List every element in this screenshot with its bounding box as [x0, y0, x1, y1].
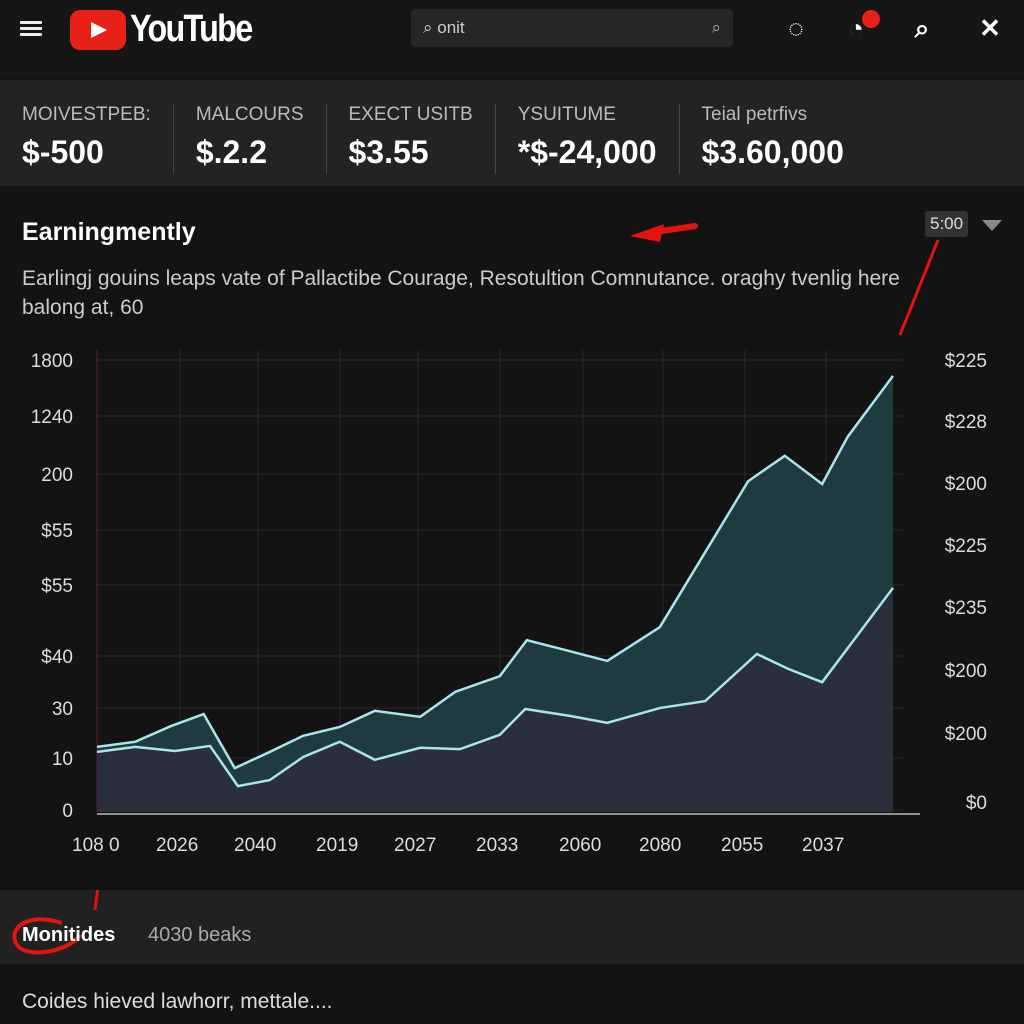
footer-text: Coides hieved lawhorr, mettale.... [22, 990, 333, 1013]
y-left-tick-label: 1240 [31, 407, 73, 428]
x-tick-label: 2080 [639, 835, 681, 856]
bottom-bar: Monitides 4030 beaks [0, 890, 1024, 964]
x-tick-label: 2037 [802, 835, 844, 856]
x-tick-label: 2040 [234, 835, 276, 856]
y-right-tick-label: $200 [945, 661, 987, 682]
y-left-tick-label: 200 [41, 465, 73, 486]
y-right-tick-label: $225 [945, 351, 987, 372]
x-tick-label: 2026 [156, 835, 198, 856]
x-tick-label: 2060 [559, 835, 601, 856]
y-left-tick-label: 0 [62, 801, 73, 822]
x-tick-label: 2033 [476, 835, 518, 856]
y-right-tick-label: $235 [945, 598, 987, 619]
y-left-tick-label: 1800 [31, 351, 73, 372]
x-tick-label: 2027 [394, 835, 436, 856]
y-right-tick-label: $0 [966, 793, 987, 814]
y-left-tick-label: $55 [41, 521, 73, 542]
y-left-tick-label: $55 [41, 576, 73, 597]
y-left-tick-label: 10 [52, 749, 73, 770]
earnings-chart: 108 0 2026 2040 2019 2027 2033 2060 2080 2055 203… [31, 223, 987, 856]
x-tick-label: 2055 [721, 835, 763, 856]
y-right-tick-label: $225 [945, 536, 987, 557]
count-label: 4030 beaks [148, 924, 252, 946]
y-right-tick-label: $200 [945, 474, 987, 495]
y-right-tick-label: $228 [945, 412, 987, 433]
annotation-line [898, 239, 940, 336]
x-tick-label: 108 0 [72, 835, 120, 856]
y-left-tick-label: 30 [52, 699, 73, 720]
y-left-tick-label: $40 [41, 647, 73, 668]
x-tick-label: 2019 [316, 835, 358, 856]
annotation-arrowhead [630, 224, 664, 242]
annotation-arrows [630, 223, 940, 336]
monitides-label[interactable]: Monitides [22, 924, 115, 947]
y-right-tick-label: $200 [945, 724, 987, 745]
